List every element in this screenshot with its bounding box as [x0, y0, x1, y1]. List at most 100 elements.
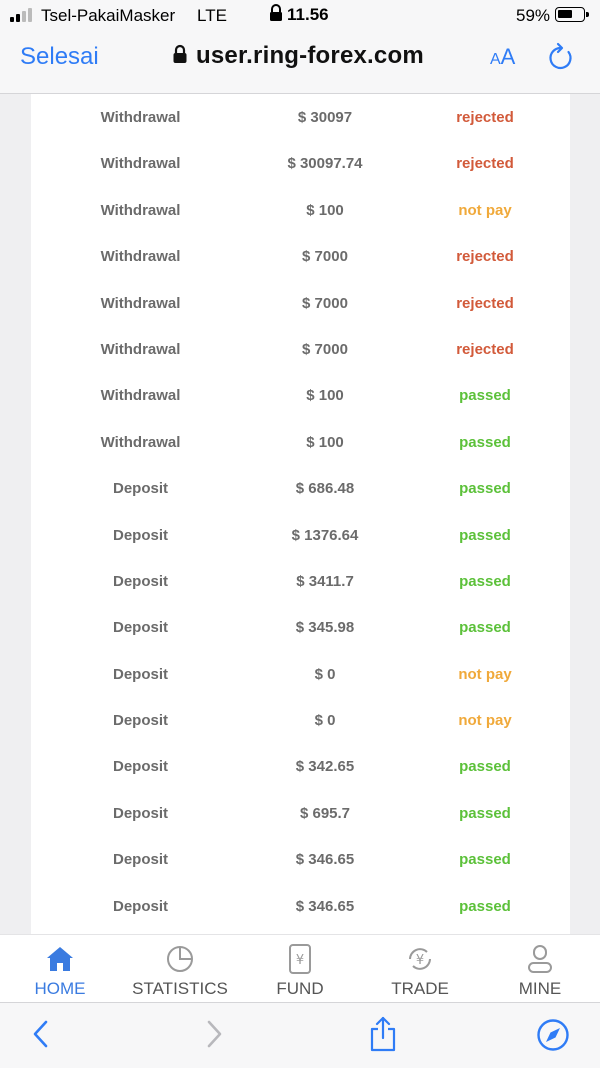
transaction-status: rejected	[456, 109, 514, 126]
transaction-type: Deposit	[112, 758, 168, 776]
user-icon	[480, 943, 600, 975]
tab-trade[interactable]: ¥ TRADE	[360, 943, 480, 999]
transaction-amount: $ 30097.74	[287, 155, 363, 173]
lock-icon	[172, 44, 188, 69]
transaction-amount: $ 345.98	[295, 619, 355, 637]
transaction-amount: $ 3411.7	[296, 572, 354, 590]
transaction-row: Withdrawal $ 30097 rejected	[31, 94, 570, 140]
transaction-type: Deposit	[112, 526, 168, 544]
transaction-type: Deposit	[112, 897, 168, 915]
browser-address-bar: Selesai user.ring-forex.com AA	[0, 32, 600, 94]
transaction-row: Withdrawal $ 100 passed	[31, 419, 570, 465]
transaction-type: Withdrawal	[100, 294, 181, 312]
transaction-amount: $ 7000	[302, 248, 348, 266]
transaction-type: Deposit	[112, 851, 168, 869]
transaction-type: Deposit	[112, 619, 168, 637]
transaction-type: Withdrawal	[100, 109, 181, 126]
forward-icon[interactable]	[203, 1019, 225, 1054]
transaction-amount: $ 0	[314, 712, 336, 730]
transaction-type: Withdrawal	[100, 155, 181, 173]
battery-cap	[586, 12, 589, 17]
transaction-type: Deposit	[112, 665, 168, 683]
battery-icon	[555, 7, 585, 22]
transaction-status: not pay	[458, 201, 512, 219]
tab-label: HOME	[34, 979, 86, 998]
transaction-amount: $ 346.65	[295, 897, 355, 915]
tab-label: TRADE	[391, 979, 449, 998]
network-type: LTE	[197, 6, 227, 25]
transaction-status: passed	[459, 897, 511, 915]
transaction-row: Deposit $ 0 not pay	[31, 651, 570, 697]
signal-strength-icon	[10, 8, 34, 22]
transaction-type: Deposit	[112, 804, 168, 822]
transaction-status: passed	[459, 851, 511, 869]
tab-statistics[interactable]: STATISTICS	[120, 943, 240, 999]
text-size-button[interactable]: AA	[490, 44, 515, 70]
tab-label: STATISTICS	[132, 979, 228, 998]
transaction-status: passed	[459, 387, 511, 405]
transaction-status: rejected	[456, 248, 514, 266]
transaction-type: Deposit	[112, 712, 168, 730]
transaction-row: Deposit $ 1376.64 passed	[31, 512, 570, 558]
transaction-type: Withdrawal	[100, 387, 181, 405]
pie-chart-icon	[120, 943, 240, 975]
back-icon[interactable]	[30, 1019, 52, 1054]
transaction-status: passed	[459, 804, 511, 822]
transaction-amount: $ 100	[306, 387, 344, 405]
transaction-status: passed	[459, 526, 511, 544]
page-content: Withdrawal $ 30097 rejected Withdrawal $ 300…	[0, 94, 600, 934]
transaction-amount: $ 0	[314, 665, 336, 683]
clock: 11.56	[287, 5, 329, 24]
transaction-row: Withdrawal $ 7000 rejected	[31, 280, 570, 326]
status-bar: Tsel-PakaiMasker LTE 11.56 59%	[0, 0, 600, 32]
yen-document-icon: ¥	[240, 943, 360, 975]
transaction-status: rejected	[456, 340, 514, 358]
tab-label: MINE	[518, 979, 562, 998]
tab-mine[interactable]: MINE	[480, 943, 600, 999]
transaction-type: Deposit	[112, 480, 168, 498]
transaction-amount: $ 100	[306, 433, 344, 451]
transaction-row: Deposit $ 0 not pay	[31, 697, 570, 743]
url-field[interactable]: user.ring-forex.com	[172, 42, 424, 70]
orientation-lock-icon	[269, 4, 283, 27]
transaction-amount: $ 1376.64	[291, 526, 359, 544]
svg-text:¥: ¥	[296, 953, 304, 968]
carrier-name: Tsel-PakaiMasker	[41, 6, 176, 25]
transaction-amount: $ 30097	[297, 109, 353, 126]
yen-exchange-icon: ¥	[360, 943, 480, 975]
transaction-row: Deposit $ 342.65 passed	[31, 743, 570, 789]
tab-label: FUND	[276, 979, 324, 998]
transaction-amount: $ 100	[306, 201, 344, 219]
transaction-amount: $ 686.48	[295, 480, 355, 498]
tab-home[interactable]: HOME	[0, 943, 120, 999]
transaction-amount: $ 7000	[302, 294, 348, 312]
compass-icon[interactable]	[536, 1018, 570, 1057]
reload-icon[interactable]	[548, 41, 574, 76]
url-text: user.ring-forex.com	[196, 42, 424, 69]
transaction-type: Deposit	[112, 572, 168, 590]
transaction-type: Withdrawal	[100, 340, 181, 358]
transaction-row: Deposit $ 695.7 passed	[31, 790, 570, 836]
transaction-status: passed	[459, 619, 511, 637]
tab-fund[interactable]: ¥ FUND	[240, 943, 360, 999]
transaction-status: not pay	[458, 665, 512, 683]
transaction-amount: $ 7000	[302, 340, 348, 358]
share-icon[interactable]	[368, 1015, 398, 1058]
transaction-row: Withdrawal $ 100 not pay	[31, 187, 570, 233]
browser-toolbar	[0, 1002, 600, 1068]
app-tab-bar: HOME STATISTICS ¥ FUND ¥ TRADE MINE	[0, 934, 600, 1003]
transaction-row: Withdrawal $ 30097.74 rejected	[31, 140, 570, 186]
transaction-amount: $ 342.65	[295, 758, 355, 776]
battery-level	[558, 10, 572, 18]
transaction-type: Withdrawal	[100, 433, 181, 451]
done-button[interactable]: Selesai	[20, 43, 99, 71]
transaction-status: rejected	[456, 155, 514, 173]
transaction-amount: $ 346.65	[295, 851, 355, 869]
transaction-list: Withdrawal $ 30097 rejected Withdrawal $ 300…	[31, 94, 570, 929]
transaction-status: passed	[459, 572, 511, 590]
transaction-status: not pay	[458, 712, 512, 730]
transaction-status: passed	[459, 480, 511, 498]
transaction-row: Deposit $ 346.65 passed	[31, 883, 570, 929]
transaction-type: Withdrawal	[100, 248, 181, 266]
text-size-big-glyph: A	[500, 44, 516, 69]
